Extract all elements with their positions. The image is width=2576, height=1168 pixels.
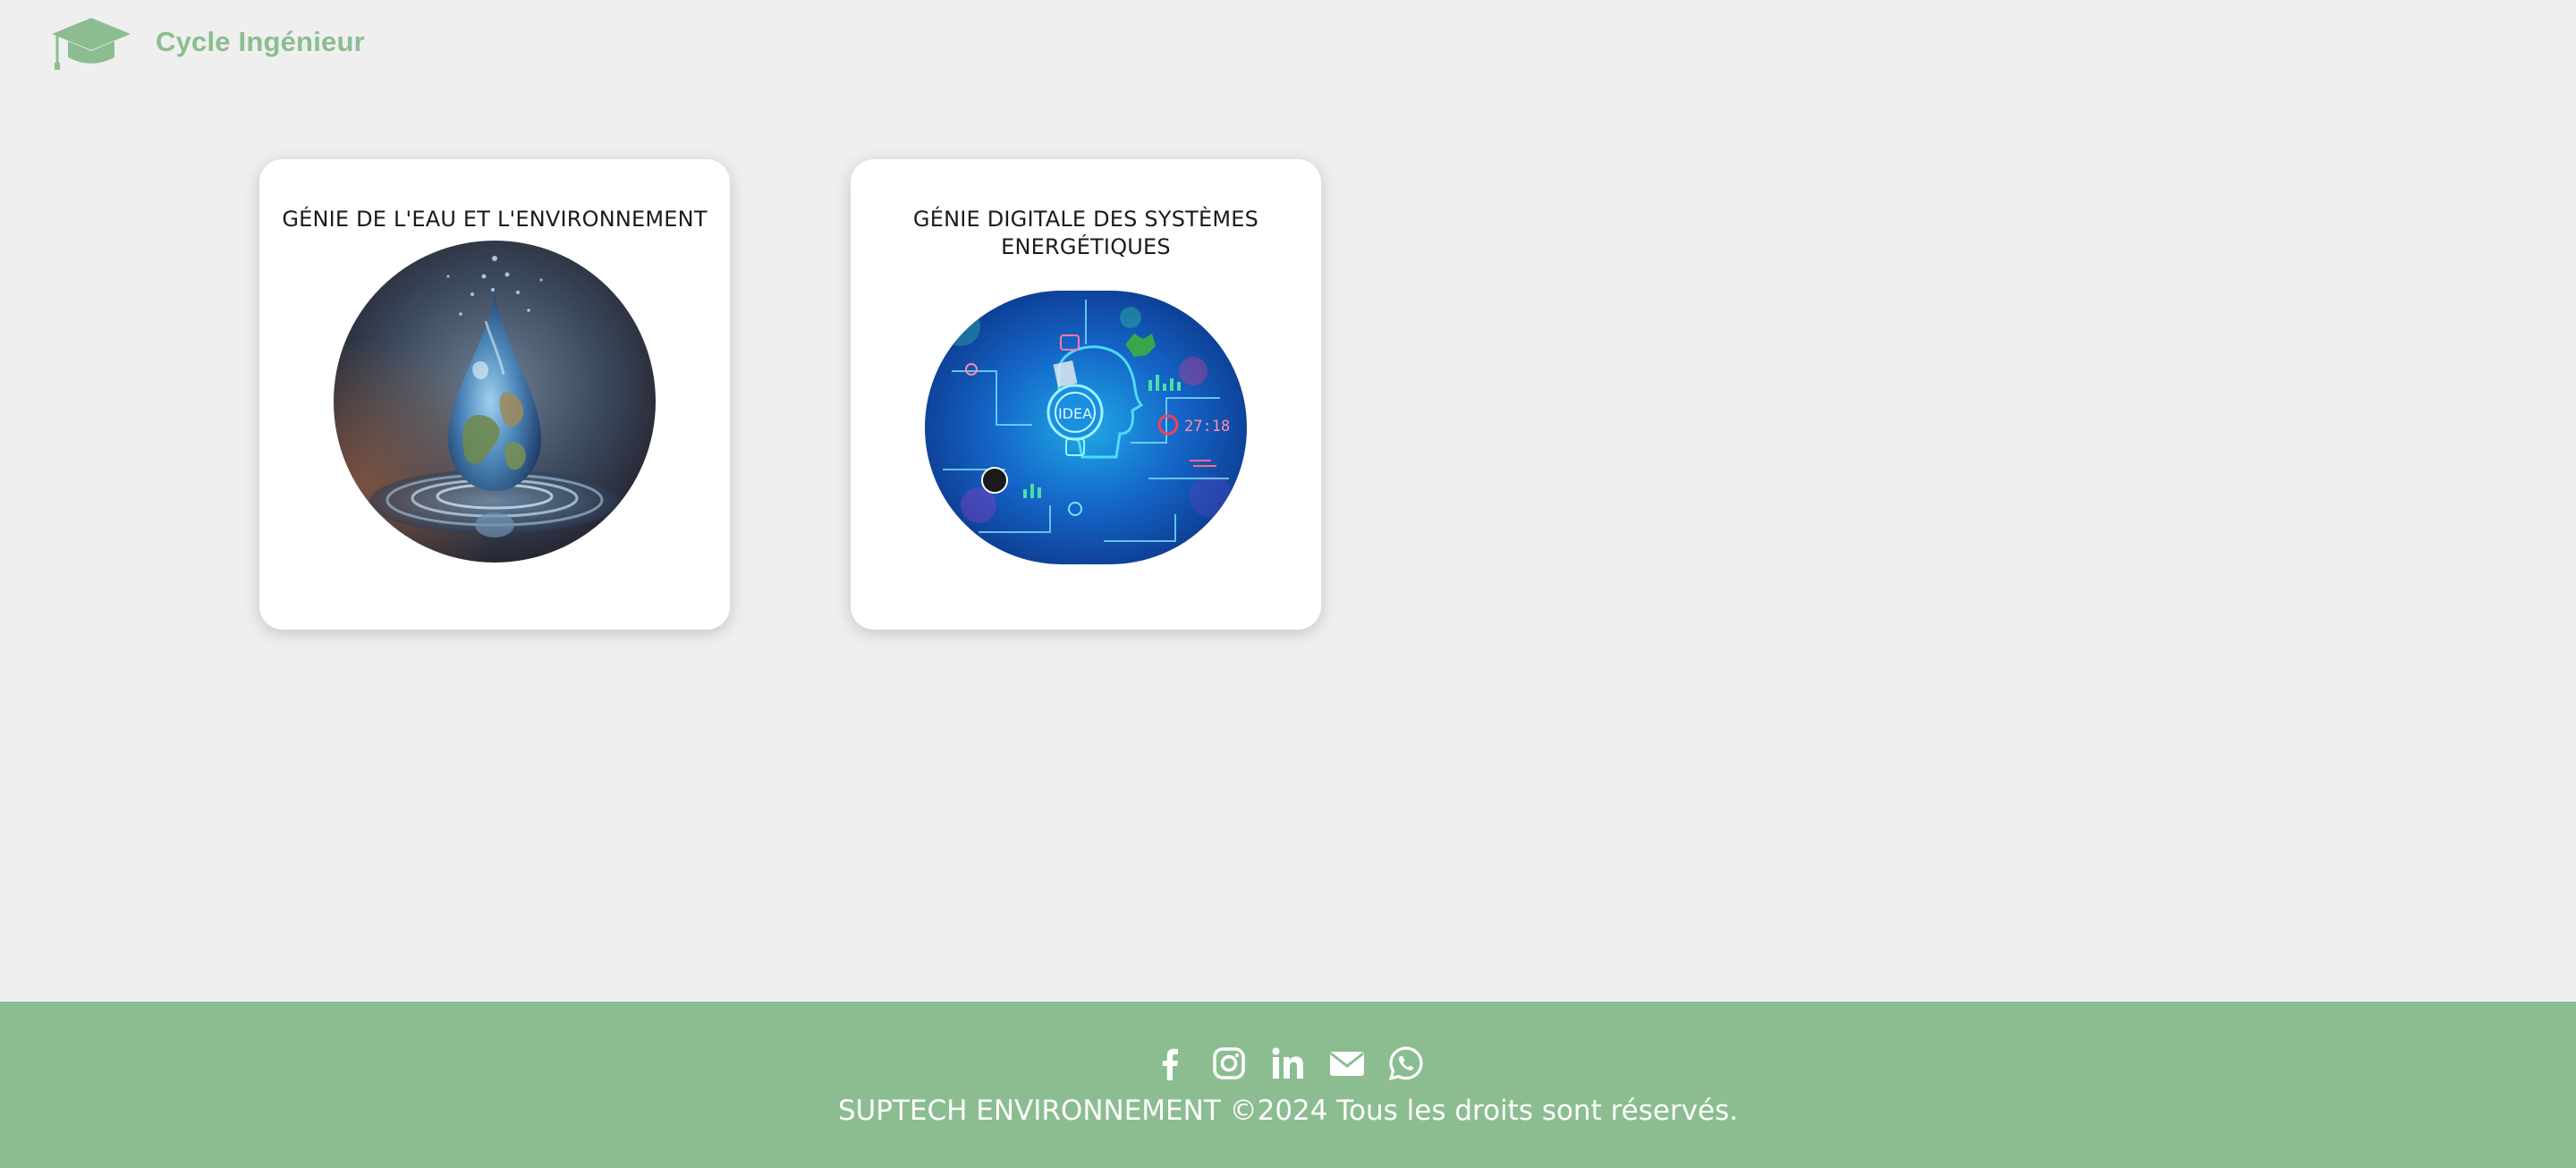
copyright-text: SUPTECH ENVIRONNEMENT ©2024 Tous les dro… <box>837 1095 1739 1127</box>
linkedin-icon <box>1272 1047 1303 1079</box>
instagram-link[interactable] <box>1210 1045 1248 1082</box>
program-card-water-environment[interactable]: GÉNIE DE L'EAU ET L'ENVIRONNEMENT <box>259 159 730 630</box>
email-icon <box>1330 1052 1364 1076</box>
whatsapp-link[interactable] <box>1387 1045 1425 1082</box>
email-link[interactable] <box>1328 1045 1366 1082</box>
facebook-link[interactable] <box>1151 1045 1189 1082</box>
instagram-icon <box>1213 1047 1245 1079</box>
facebook-icon <box>1162 1048 1178 1080</box>
card-title: GÉNIE DIGITALE DES SYSTÈMES ENERGÉTIQUES <box>912 207 1259 259</box>
home-link[interactable]: Cycle Ingénieur <box>50 13 365 72</box>
brand-title: Cycle Ingénieur <box>156 26 365 57</box>
footer: SUPTECH ENVIRONNEMENT ©2024 Tous les dro… <box>0 1002 2576 1168</box>
header: Cycle Ingénieur <box>0 0 2576 98</box>
idea-label: IDEA <box>1058 405 1092 422</box>
social-links <box>0 1045 2576 1082</box>
graduation-cap-icon <box>52 18 131 70</box>
whatsapp-icon <box>1388 1046 1423 1081</box>
linkedin-link[interactable] <box>1269 1045 1307 1082</box>
water-drop-earth-image <box>334 241 656 563</box>
digital-idea-energy-image: IDEA 27:18 <box>925 291 1247 564</box>
program-card-digital-energy[interactable]: GÉNIE DIGITALE DES SYSTÈMES ENERGÉTIQUES <box>851 159 1321 630</box>
clock-readout: 27:18 <box>1184 418 1230 436</box>
card-title: GÉNIE DE L'EAU ET L'ENVIRONNEMENT <box>282 207 708 232</box>
